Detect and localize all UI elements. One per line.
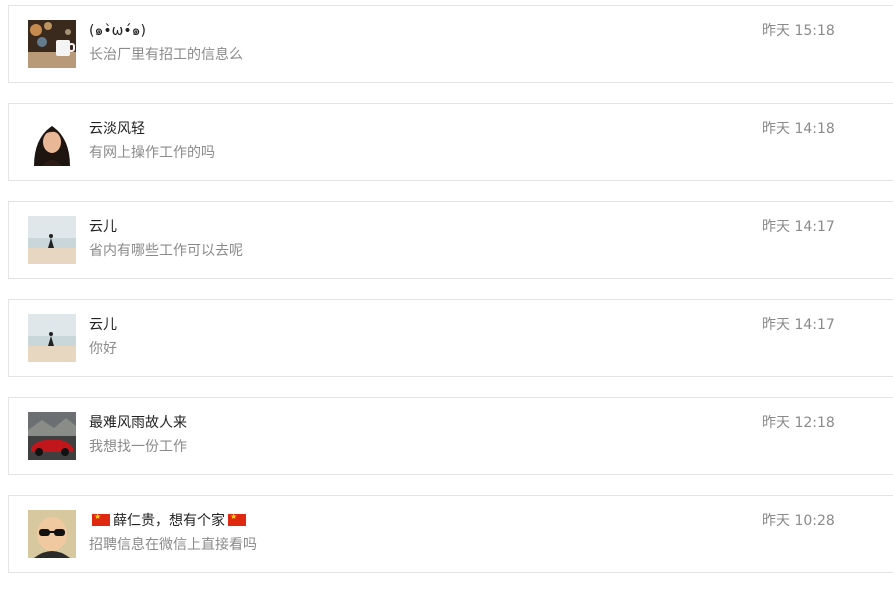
- avatar-red-sports-car[interactable]: [28, 412, 76, 460]
- contact-name: 薛仁贵，想有个家: [89, 511, 249, 530]
- avatar-girl-on-beach[interactable]: [28, 216, 76, 264]
- china-flag-icon: [92, 511, 110, 526]
- timestamp: 昨天 14:18: [762, 121, 835, 137]
- conversation-item[interactable]: 薛仁贵，想有个家 招聘信息在微信上直接看吗 昨天 10:28: [8, 495, 893, 573]
- contact-name: (๑•̀ω•́๑): [89, 23, 146, 39]
- timestamp: 昨天 12:18: [762, 415, 835, 431]
- conversation-item[interactable]: 云儿 你好 昨天 14:17: [8, 299, 893, 377]
- message-preview: 长治厂里有招工的信息么: [89, 47, 243, 63]
- conversation-item[interactable]: 云儿 省内有哪些工作可以去呢 昨天 14:17: [8, 201, 893, 279]
- avatar-woman-portrait[interactable]: [28, 118, 76, 166]
- china-flag-icon: [228, 511, 246, 526]
- contact-name: 最难风雨故人来: [89, 415, 187, 431]
- message-preview: 省内有哪些工作可以去呢: [89, 243, 243, 259]
- avatar-girl-on-beach[interactable]: [28, 314, 76, 362]
- conversation-list: (๑•̀ω•́๑) 长治厂里有招工的信息么 昨天 15:18 云淡风轻 有网上操…: [8, 5, 893, 593]
- timestamp: 昨天 10:28: [762, 513, 835, 529]
- avatar-cafe-cup-bokeh[interactable]: [28, 20, 76, 68]
- contact-name: 云儿: [89, 219, 117, 235]
- conversation-item[interactable]: 云淡风轻 有网上操作工作的吗 昨天 14:18: [8, 103, 893, 181]
- message-preview: 你好: [89, 341, 117, 357]
- avatar-child-sunglasses[interactable]: [28, 510, 76, 558]
- message-preview: 我想找一份工作: [89, 439, 187, 455]
- contact-name: 云淡风轻: [89, 121, 145, 137]
- contact-name: 云儿: [89, 317, 117, 333]
- message-preview: 招聘信息在微信上直接看吗: [89, 537, 257, 553]
- conversation-item[interactable]: (๑•̀ω•́๑) 长治厂里有招工的信息么 昨天 15:18: [8, 5, 893, 83]
- conversation-item[interactable]: 最难风雨故人来 我想找一份工作 昨天 12:18: [8, 397, 893, 475]
- timestamp: 昨天 14:17: [762, 219, 835, 235]
- message-preview: 有网上操作工作的吗: [89, 145, 215, 161]
- timestamp: 昨天 15:18: [762, 23, 835, 39]
- timestamp: 昨天 14:17: [762, 317, 835, 333]
